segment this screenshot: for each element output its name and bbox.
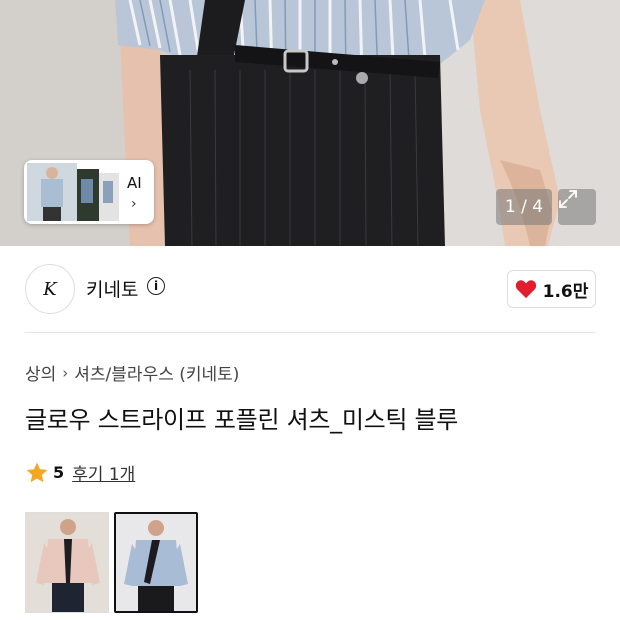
ai-lookbook-thumbnails xyxy=(27,163,119,221)
like-button[interactable]: 1.6만 xyxy=(507,270,596,308)
divider xyxy=(25,332,595,333)
like-count: 1.6만 xyxy=(542,281,589,302)
chevron-right-icon: › xyxy=(62,363,69,382)
color-option-blue[interactable] xyxy=(114,512,198,613)
brand-row: K 키네토 i 1.6만 xyxy=(0,246,620,332)
image-counter: 1 / 4 xyxy=(496,189,552,225)
star-icon xyxy=(26,462,48,482)
breadcrumb: 상의 › 셔츠/블라우스 (키네토) xyxy=(25,360,239,386)
breadcrumb-item-subcategory[interactable]: 셔츠/블라우스 (키네토) xyxy=(74,360,239,385)
brand-name[interactable]: 키네토 xyxy=(86,275,138,302)
ai-lookbook-chip[interactable]: AI › xyxy=(24,160,154,224)
heart-icon xyxy=(515,280,536,299)
product-image-gallery[interactable]: AI › 1 / 4 xyxy=(0,0,620,246)
info-icon[interactable]: i xyxy=(147,277,165,295)
option-thumbnail xyxy=(26,513,108,612)
ai-label: AI xyxy=(127,174,142,192)
rating-row: 5 후기 1개 xyxy=(25,460,135,485)
option-thumbnail xyxy=(116,514,196,611)
expand-button[interactable] xyxy=(558,189,596,225)
color-option-beige[interactable] xyxy=(25,512,109,613)
chevron-right-icon: › xyxy=(131,196,137,212)
expand-icon xyxy=(559,190,577,208)
review-count-link[interactable]: 후기 1개 xyxy=(72,460,135,485)
rating-score: 5 xyxy=(53,463,65,482)
breadcrumb-item-category[interactable]: 상의 xyxy=(25,360,56,385)
brand-logo[interactable]: K xyxy=(25,264,75,314)
product-title: 글로우 스트라이프 포플린 셔츠_미스틱 블루 xyxy=(25,406,459,434)
